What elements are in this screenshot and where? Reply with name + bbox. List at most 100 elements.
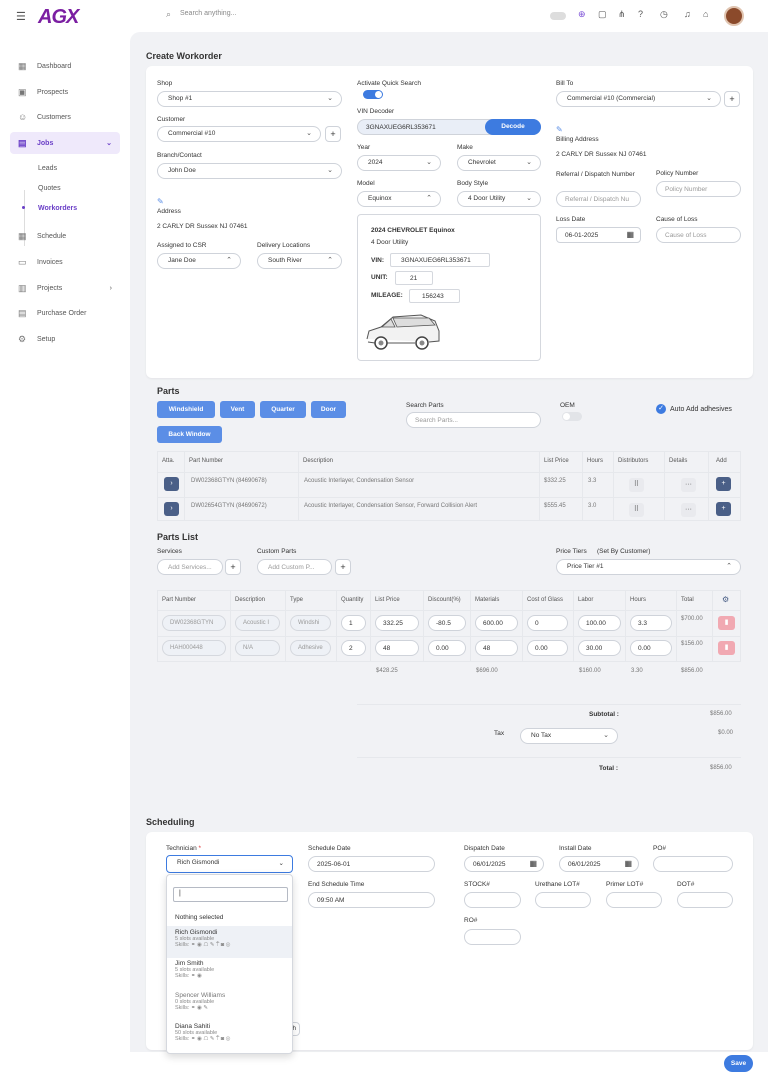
details-button[interactable]: ···	[681, 478, 696, 492]
install-date-input[interactable]: 06/01/2025 ▦	[559, 856, 639, 872]
add-customer-button[interactable]: +	[325, 126, 341, 142]
add-part-button[interactable]: +	[716, 502, 731, 516]
discount-input[interactable]: -80.5	[428, 615, 466, 631]
edit-icon[interactable]: ✎	[556, 125, 563, 134]
end-time-input[interactable]: 09:50 AM	[308, 892, 435, 908]
materials-input[interactable]: 600.00	[475, 615, 518, 631]
discount-input[interactable]: 0.00	[428, 640, 466, 656]
po-input[interactable]	[653, 856, 733, 872]
add-custom-part-button[interactable]: +	[335, 559, 351, 575]
technician-option[interactable]: Diana Sahiti 50 slots available Skills: …	[175, 1023, 230, 1043]
clock-icon[interactable]: ◷	[660, 9, 668, 20]
help-icon[interactable]: ?	[638, 9, 643, 19]
quick-search-toggle[interactable]	[363, 90, 383, 99]
quarter-button[interactable]: Quarter	[260, 401, 306, 418]
sidebar-item-prospects[interactable]: ▣ Prospects	[10, 81, 120, 103]
labor-input[interactable]: 30.00	[578, 640, 621, 656]
urethane-input[interactable]	[535, 892, 591, 908]
custom-parts-input[interactable]: Add Custom P...	[257, 559, 332, 575]
services-input[interactable]: Add Services...	[157, 559, 223, 575]
delivery-select[interactable]: South River ⌃	[257, 253, 342, 269]
share-icon[interactable]: ⋔	[618, 9, 626, 20]
vent-button[interactable]: Vent	[220, 401, 255, 418]
model-select[interactable]: Equinox ⌃	[357, 191, 441, 207]
technician-option[interactable]: Jim Smith 5 slots available Skills: ⚭ ◉	[175, 960, 214, 979]
menu-icon[interactable]: ☰	[16, 10, 26, 23]
sidebar-item-dashboard[interactable]: ▦ Dashboard	[10, 55, 120, 77]
primer-input[interactable]	[606, 892, 662, 908]
details-button[interactable]: ···	[681, 503, 696, 517]
bell-icon[interactable]: ♫	[684, 9, 691, 19]
csr-select[interactable]: Jane Doe ⌃	[157, 253, 241, 269]
materials-input[interactable]: 48	[475, 640, 518, 656]
quantity-input[interactable]: 1	[341, 615, 366, 631]
oem-toggle[interactable]	[562, 412, 582, 421]
sidebar-subitem-leads[interactable]: Leads	[38, 165, 57, 172]
make-select[interactable]: Chevrolet ⌄	[457, 155, 541, 171]
hours-input[interactable]: 3.3	[630, 615, 672, 631]
search-parts-input[interactable]: Search Parts...	[406, 412, 541, 428]
customer-select[interactable]: Commercial #10 ⌄	[157, 126, 321, 142]
expand-row-button[interactable]: ›	[164, 477, 179, 491]
sidebar-item-purchase-order[interactable]: ▤ Purchase Order	[10, 302, 120, 324]
sidebar-item-customers[interactable]: ☺ Customers	[10, 106, 120, 128]
stock-input[interactable]	[464, 892, 521, 908]
bill-to-select[interactable]: Commercial #10 (Commercial) ⌄	[556, 91, 721, 107]
nothing-selected-option[interactable]: Nothing selected	[175, 914, 223, 921]
sidebar-item-schedule[interactable]: ▦ Schedule	[10, 225, 120, 247]
back-window-button[interactable]: Back Window	[157, 426, 222, 443]
unit-input[interactable]: 21	[395, 271, 433, 285]
shop-select[interactable]: Shop #1 ⌄	[157, 91, 342, 107]
mileage-input[interactable]: 156243	[409, 289, 460, 303]
trash-icon[interactable]: ▮	[718, 641, 735, 655]
sidebar-subitem-quotes[interactable]: Quotes	[38, 185, 61, 192]
distributors-button[interactable]: ⠿	[629, 478, 644, 492]
referral-input[interactable]: Referral / Dispatch Nu	[556, 191, 641, 207]
edit-icon[interactable]: ✎	[157, 197, 164, 206]
tax-select[interactable]: No Tax ⌄	[520, 728, 618, 744]
branch-select[interactable]: John Doe ⌄	[157, 163, 342, 179]
technician-option[interactable]: Rich Gismondi 5 slots available Skills: …	[175, 929, 230, 949]
theme-toggle[interactable]	[550, 12, 566, 20]
save-button[interactable]: Save	[724, 1055, 753, 1072]
price-tier-select[interactable]: Price Tier #1 ⌃	[556, 559, 741, 575]
cost-of-glass-input[interactable]: 0.00	[527, 640, 568, 656]
year-select[interactable]: 2024 ⌄	[357, 155, 441, 171]
sidebar-subitem-workorders[interactable]: Workorders	[38, 205, 77, 212]
body-style-select[interactable]: 4 Door Utility ⌄	[457, 191, 541, 207]
technician-select[interactable]: Rich Gismondi ⌄	[166, 855, 293, 873]
decode-button[interactable]: Decode	[485, 119, 541, 135]
technician-option[interactable]: Spencer Williams 0 slots available Skill…	[175, 992, 225, 1011]
windshield-button[interactable]: Windshield	[157, 401, 215, 418]
add-bill-to-button[interactable]: +	[724, 91, 740, 107]
policy-input[interactable]: Policy Number	[656, 181, 741, 197]
sidebar-item-jobs[interactable]: ▤ Jobs ⌄	[10, 132, 120, 154]
add-part-button[interactable]: +	[716, 477, 731, 491]
dropdown-search-input[interactable]: |	[173, 887, 288, 902]
cause-input[interactable]: Cause of Loss	[656, 227, 741, 243]
gear-icon[interactable]: ⚙	[722, 595, 729, 604]
door-button[interactable]: Door	[311, 401, 346, 418]
labor-input[interactable]: 100.00	[578, 615, 621, 631]
list-price-input[interactable]: 332.25	[375, 615, 419, 631]
add-service-button[interactable]: +	[225, 559, 241, 575]
ro-input[interactable]	[464, 929, 521, 945]
cost-of-glass-input[interactable]: 0	[527, 615, 568, 631]
loss-date-input[interactable]: 06-01-2025 ▦	[556, 227, 641, 243]
hours-input[interactable]: 0.00	[630, 640, 672, 656]
list-price-input[interactable]: 48	[375, 640, 419, 656]
dispatch-date-input[interactable]: 06/01/2025 ▦	[464, 856, 544, 872]
bag-icon[interactable]: ⌂	[703, 9, 708, 19]
distributors-button[interactable]: ⠿	[629, 503, 644, 517]
quantity-input[interactable]: 2	[341, 640, 366, 656]
expand-row-button[interactable]: ›	[164, 502, 179, 516]
dot-input[interactable]	[677, 892, 733, 908]
square-icon[interactable]: ▢	[598, 9, 607, 20]
schedule-date-input[interactable]: 2025-06-01	[308, 856, 435, 872]
trash-icon[interactable]: ▮	[718, 616, 735, 630]
sidebar-item-projects[interactable]: ▥ Projects ›	[10, 277, 120, 299]
search-input[interactable]: Search anything...	[180, 10, 236, 17]
avatar[interactable]	[724, 6, 744, 26]
check-icon[interactable]: ✓	[656, 404, 666, 414]
sidebar-item-setup[interactable]: ⚙ Setup	[10, 328, 120, 350]
